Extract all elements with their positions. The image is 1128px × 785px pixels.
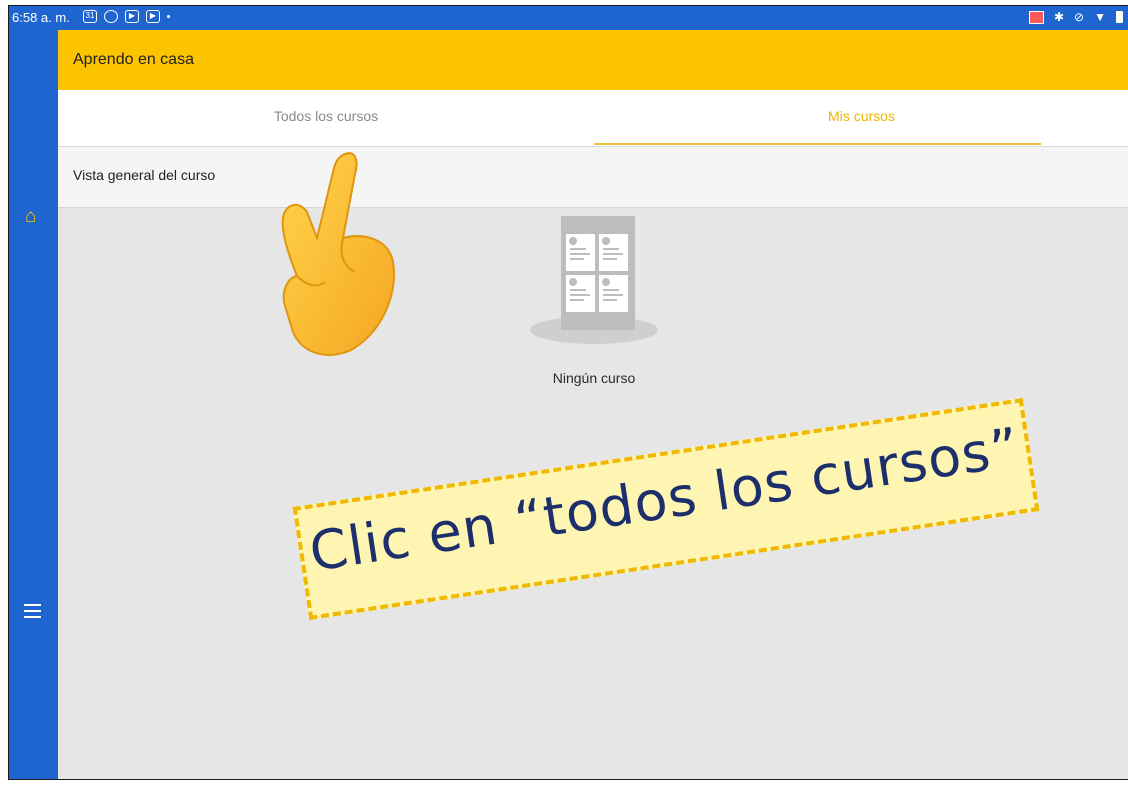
instruction-callout: Clic en “todos los cursos” <box>292 398 1040 620</box>
circle-app-icon <box>104 10 118 23</box>
app-bar: Aprendo en casa <box>58 30 1128 90</box>
status-notification-icons: 31 ▶ ▶ <box>83 10 170 23</box>
tab-my-courses[interactable]: Mis cursos <box>594 90 1128 146</box>
cast-icon <box>1028 10 1044 24</box>
wifi-icon: ▼ <box>1094 10 1106 24</box>
status-time: 6:58 a. m. <box>12 10 70 25</box>
callout-text: Clic en “todos los cursos” <box>305 415 1024 584</box>
mute-icon: ⊘ <box>1074 10 1085 24</box>
youtube-icon: ▶ <box>125 10 139 23</box>
menu-icon[interactable] <box>24 604 41 618</box>
app-title: Aprendo en casa <box>73 51 194 68</box>
empty-courses-icon <box>530 216 658 344</box>
tab-bar: Todos los cursos Mis cursos <box>58 90 1128 147</box>
home-icon[interactable]: ⌂ <box>25 206 36 228</box>
status-system-icons: ✱ ⊘ ▼ <box>1028 10 1123 24</box>
bluetooth-icon: ✱ <box>1053 10 1065 24</box>
tab-selected-indicator <box>594 143 1041 145</box>
course-overview-header: Vista general del curso <box>58 147 1128 208</box>
calendar-icon: 31 <box>83 10 97 23</box>
status-bar: 6:58 a. m. 31 ▶ ▶ ✱ ⊘ ▼ <box>9 6 1128 30</box>
side-nav: ⌂ <box>9 30 58 779</box>
youtube-icon: ▶ <box>146 10 160 23</box>
battery-icon <box>1116 11 1123 23</box>
pointing-hand-icon <box>281 152 396 356</box>
app-screenshot: 6:58 a. m. 31 ▶ ▶ ✱ ⊘ ▼ ⌂ Aprendo en cas… <box>8 5 1128 780</box>
tab-all-courses[interactable]: Todos los cursos <box>58 90 594 146</box>
notification-dot-icon <box>167 15 170 18</box>
course-overview-label: Vista general del curso <box>73 167 216 183</box>
empty-state-message: Ningún curso <box>552 370 636 386</box>
